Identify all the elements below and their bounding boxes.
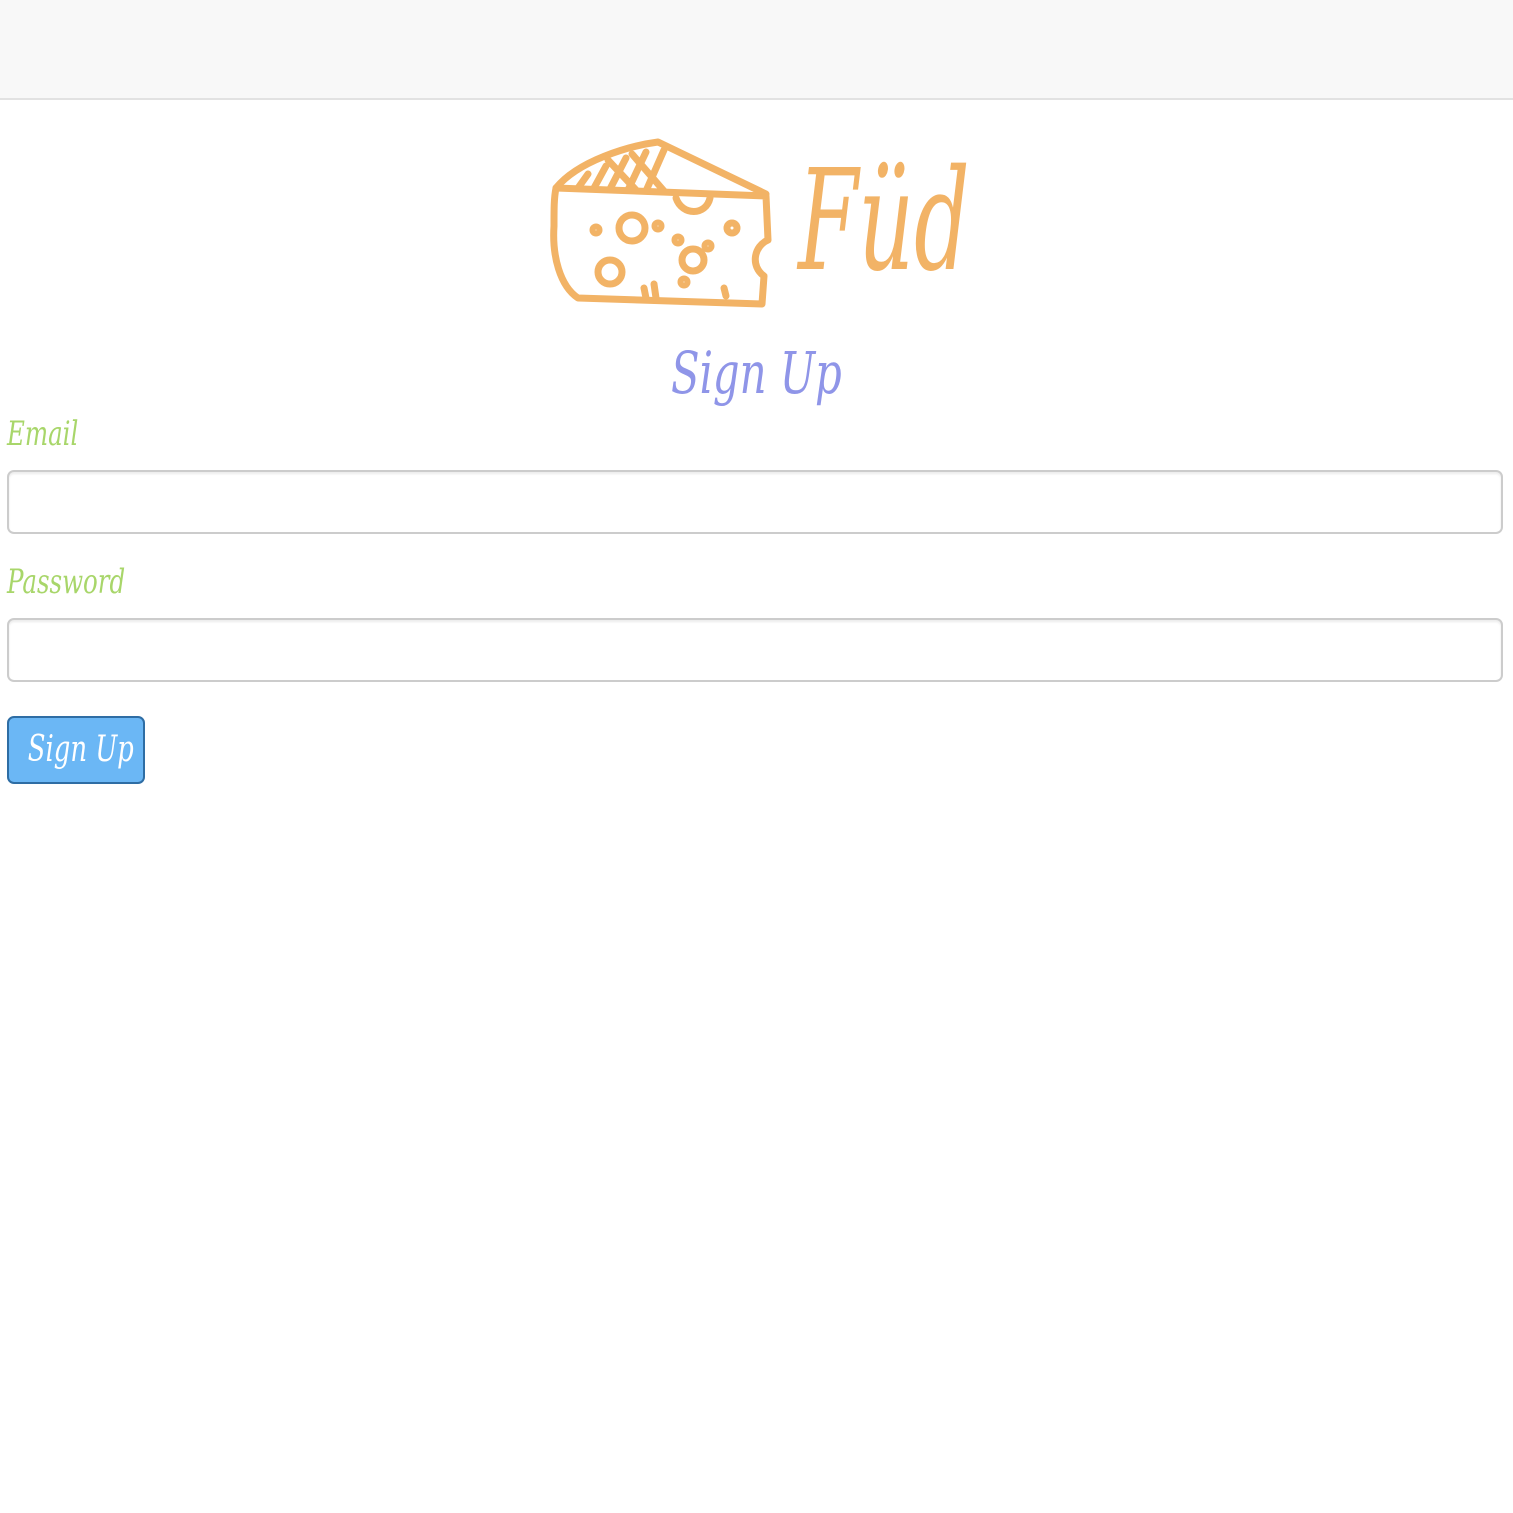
email-field[interactable] [7,470,1503,534]
page-title: Sign Up [670,339,842,407]
email-label: Email [7,414,79,454]
brand-logo: Füd [548,136,970,312]
sign-up-button-label: Sign Up [27,729,134,770]
password-field[interactable] [7,618,1503,682]
sign-up-button[interactable]: Sign Up [7,716,145,784]
password-label: Password [7,562,126,602]
brand-name: Füd [798,140,970,303]
top-navbar [0,0,1513,100]
